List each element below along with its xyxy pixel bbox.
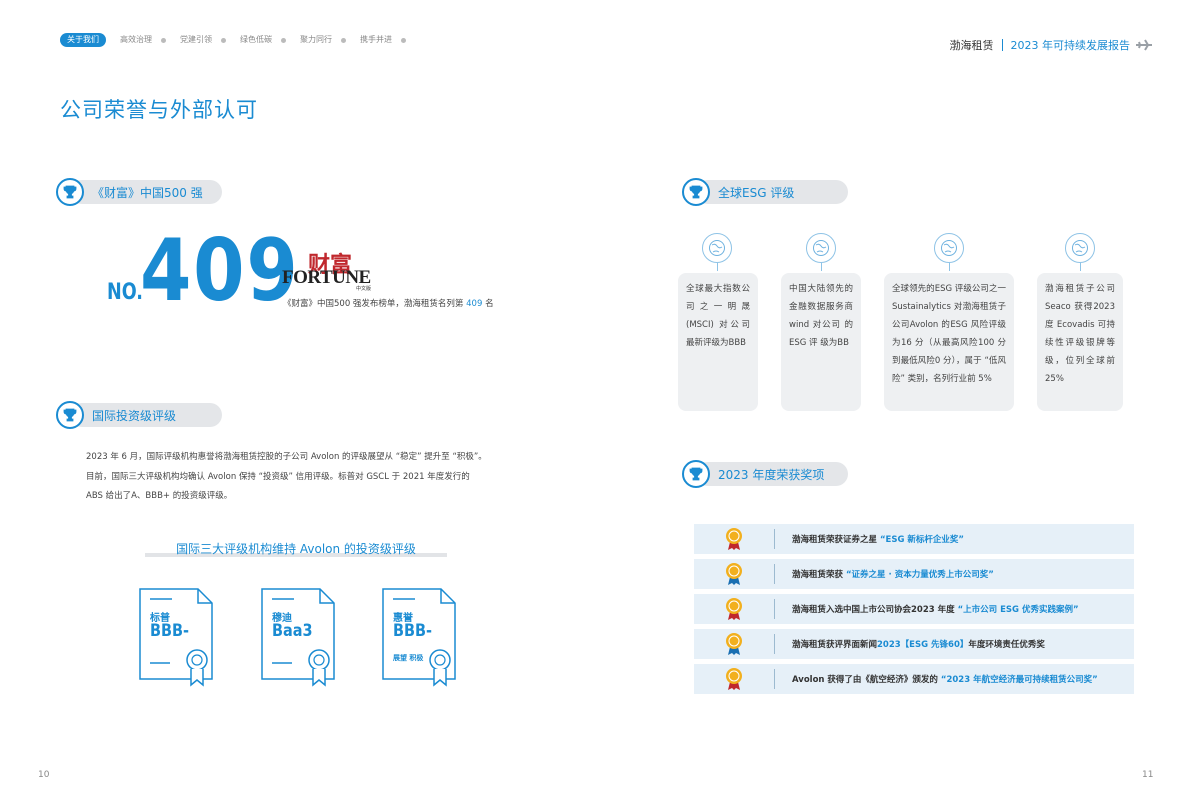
row-divider (774, 529, 775, 549)
medal-icon (726, 633, 742, 655)
medal-icon (726, 668, 742, 690)
nav-tab-governance[interactable]: 高效治理 (120, 35, 166, 45)
nav-tab-about[interactable]: 关于我们 (60, 33, 106, 47)
connector-line (821, 263, 822, 271)
top-nav: 关于我们 高效治理 党建引领 绿色低碳 聚力同行 携手并进 (60, 33, 406, 47)
nav-tab-hand[interactable]: 携手并进 (360, 35, 406, 45)
certificate-moodys: 穆迪 Baa3 (258, 587, 338, 687)
nav-dot-icon (281, 37, 286, 43)
row-divider (774, 564, 775, 584)
fortune-caption: 《财富》中国500 强发布榜单，渤海租赁名列第 409 名 (283, 299, 494, 309)
section-header-intl: 国际投资级评级 (56, 401, 222, 429)
award-row: 渤海租赁荣获证券之星 “ESG 新标杆企业奖” (694, 524, 1134, 554)
nav-tab-party[interactable]: 党建引领 (180, 35, 226, 45)
company-name: 渤海租赁 (949, 39, 994, 52)
trophy-icon (682, 460, 710, 488)
award-text: 渤海租赁荣获 “证券之星 · 资本力量优秀上市公司奖” (792, 570, 994, 580)
trophy-icon (56, 178, 84, 206)
page-number-left: 10 (38, 770, 50, 780)
nav-dot-icon (161, 37, 166, 43)
esg-card-wind: 中国大陆领先的金融数据服务商wind 对公司 的 ESG 评 级为BB (781, 273, 861, 411)
section-header-fortune: 《财富》中国500 强 (56, 178, 222, 206)
trophy-icon (682, 178, 710, 206)
rank-number: 409 (140, 221, 300, 321)
section-title: 《财富》中国500 强 (92, 185, 203, 200)
cert-rating: BBB- (150, 621, 190, 641)
nav-dot-icon (221, 37, 226, 43)
globe-icon (1065, 233, 1095, 263)
section-header-esg: 全球ESG 评级 (682, 178, 848, 206)
row-divider (774, 599, 775, 619)
fortune-logo-sub: 中文版 (356, 286, 372, 292)
section-title: 全球ESG 评级 (718, 185, 795, 200)
certificate-fitch: 惠誉 BBB- 展望 积极 (379, 587, 459, 687)
nav-dot-icon (341, 37, 346, 43)
award-text: 渤海租赁荣获证券之星 “ESG 新标杆企业奖” (792, 535, 965, 545)
award-text: 渤海租赁获评界面新闻2023【ESG 先锋60】年度环境责任优秀奖 (792, 640, 1045, 650)
airplane-icon (1136, 39, 1152, 51)
nav-tab-green[interactable]: 绿色低碳 (240, 35, 286, 45)
connector-line (717, 263, 718, 271)
intl-subhead: 国际三大评级机构维持 Avolon 的投资级评级 (176, 542, 416, 556)
certificate-sp: 标普 BBB- (136, 587, 216, 687)
cert-rating: Baa3 (272, 621, 313, 641)
globe-icon (702, 233, 732, 263)
cert-note: 展望 积极 (393, 654, 424, 662)
section-header-awards: 2023 年度荣获奖项 (682, 460, 848, 488)
award-text: Avolon 获得了由《航空经济》颁发的 “2023 年航空经济最可持续租赁公司… (792, 675, 1098, 685)
esg-card-ecovadis: 渤海租赁子公司Seaco 获得2023 度 Ecovadis 可持续性评级银牌等… (1037, 273, 1123, 411)
page-number-right: 11 (1142, 770, 1154, 780)
connector-line (1080, 263, 1081, 271)
medal-icon (726, 598, 742, 620)
award-row: Avolon 获得了由《航空经济》颁发的 “2023 年航空经济最可持续租赁公司… (694, 664, 1134, 694)
report-header: 渤海租赁 2023 年可持续发展报告 (949, 37, 1152, 53)
cert-rating: BBB- (393, 621, 433, 641)
award-row: 渤海租赁入选中国上市公司协会2023 年度 “上市公司 ESG 优秀实践案例” (694, 594, 1134, 624)
report-title: 2023 年可持续发展报告 (1010, 39, 1131, 52)
header-divider (1001, 39, 1003, 51)
nav-dot-icon (401, 37, 406, 43)
trophy-icon (56, 401, 84, 429)
globe-icon (806, 233, 836, 263)
connector-line (949, 263, 950, 271)
medal-icon (726, 528, 742, 550)
esg-card-sustainalytics: 全球领先的ESG 评级公司之一Sustainalytics 对渤海租赁子公司Av… (884, 273, 1014, 411)
globe-icon (934, 233, 964, 263)
award-row: 渤海租赁获评界面新闻2023【ESG 先锋60】年度环境责任优秀奖 (694, 629, 1134, 659)
page-title: 公司荣誉与外部认可 (60, 98, 258, 122)
section-title: 国际投资级评级 (92, 408, 177, 423)
award-row: 渤海租赁荣获 “证券之星 · 资本力量优秀上市公司奖” (694, 559, 1134, 589)
row-divider (774, 669, 775, 689)
section-title: 2023 年度荣获奖项 (718, 467, 825, 482)
esg-card-msci: 全球最大指数公司之一明晟(MSCI) 对公司最新评级为BBB (678, 273, 758, 411)
rank-prefix: NO. (107, 280, 143, 305)
medal-icon (726, 563, 742, 585)
intl-paragraph: 2023 年 6 月，国际评级机构惠誉将渤海租赁控股的子公司 Avolon 的评… (86, 452, 487, 501)
row-divider (774, 634, 775, 654)
nav-tab-together[interactable]: 聚力同行 (300, 35, 346, 45)
award-text: 渤海租赁入选中国上市公司协会2023 年度 “上市公司 ESG 优秀实践案例” (792, 605, 1079, 615)
